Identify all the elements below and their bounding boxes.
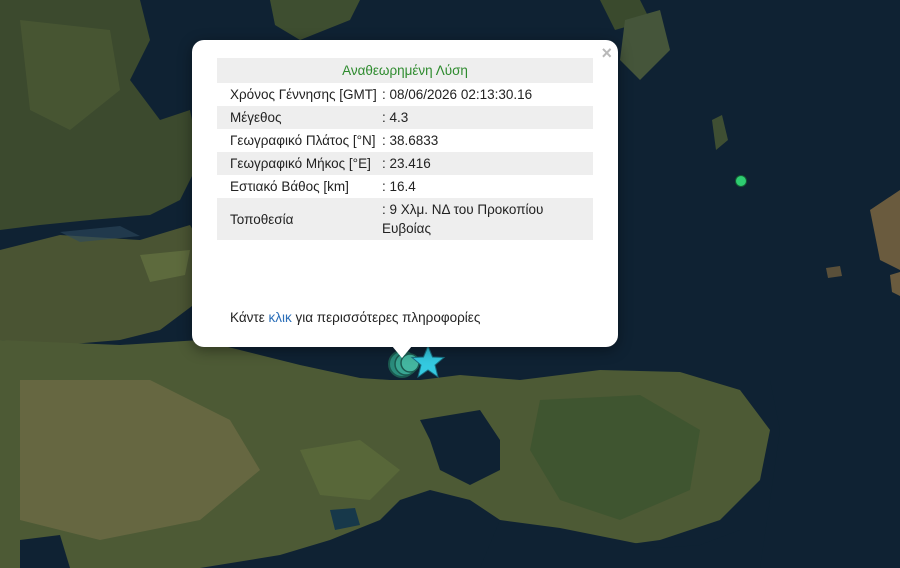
row-label: Χρόνος Γέννησης [GMT] xyxy=(217,83,382,106)
row-value: : 16.4 xyxy=(382,175,593,198)
more-info-prefix: Κάντε xyxy=(230,310,269,325)
table-row: Μέγεθος : 4.3 xyxy=(217,106,593,129)
table-row: Γεωγραφικό Πλάτος [°N] : 38.6833 xyxy=(217,129,593,152)
row-label: Γεωγραφικό Πλάτος [°N] xyxy=(217,129,382,152)
event-dot-icon[interactable] xyxy=(735,175,747,187)
earthquake-info-popup: × Αναθεωρημένη Λύση Χρόνος Γέννησης [GMT… xyxy=(192,40,618,347)
row-value: : 38.6833 xyxy=(382,129,593,152)
table-row: Χρόνος Γέννησης [GMT] : 08/06/2026 02:13… xyxy=(217,83,593,106)
row-label: Μέγεθος xyxy=(217,106,382,129)
table-row: Εστιακό Βάθος [km] : 16.4 xyxy=(217,175,593,198)
row-label: Εστιακό Βάθος [km] xyxy=(217,175,382,198)
table-header-row: Αναθεωρημένη Λύση xyxy=(217,58,593,83)
table-row: Τοποθεσία : 9 Χλμ. ΝΔ του Προκοπίου Ευβο… xyxy=(217,198,593,240)
more-info-suffix: για περισσότερες πληροφορίες xyxy=(291,310,481,325)
popup-tip xyxy=(392,346,412,358)
row-label: Τοποθεσία xyxy=(217,198,382,240)
solution-status: Αναθεωρημένη Λύση xyxy=(217,58,593,83)
row-label: Γεωγραφικό Μήκος [°E] xyxy=(217,152,382,175)
table-row: Γεωγραφικό Μήκος [°E] : 23.416 xyxy=(217,152,593,175)
more-info-text: Κάντε κλικ για περισσότερες πληροφορίες xyxy=(230,310,480,325)
earthquake-details-table: Αναθεωρημένη Λύση Χρόνος Γέννησης [GMT] … xyxy=(217,58,593,240)
row-value: : 23.416 xyxy=(382,152,593,175)
row-value: : 9 Χλμ. ΝΔ του Προκοπίου Ευβοίας xyxy=(382,198,593,240)
row-value: : 08/06/2026 02:13:30.16 xyxy=(382,83,593,106)
row-value: : 4.3 xyxy=(382,106,593,129)
star-icon[interactable] xyxy=(410,344,446,380)
close-button[interactable]: × xyxy=(601,44,612,62)
more-info-link[interactable]: κλικ xyxy=(269,310,292,325)
